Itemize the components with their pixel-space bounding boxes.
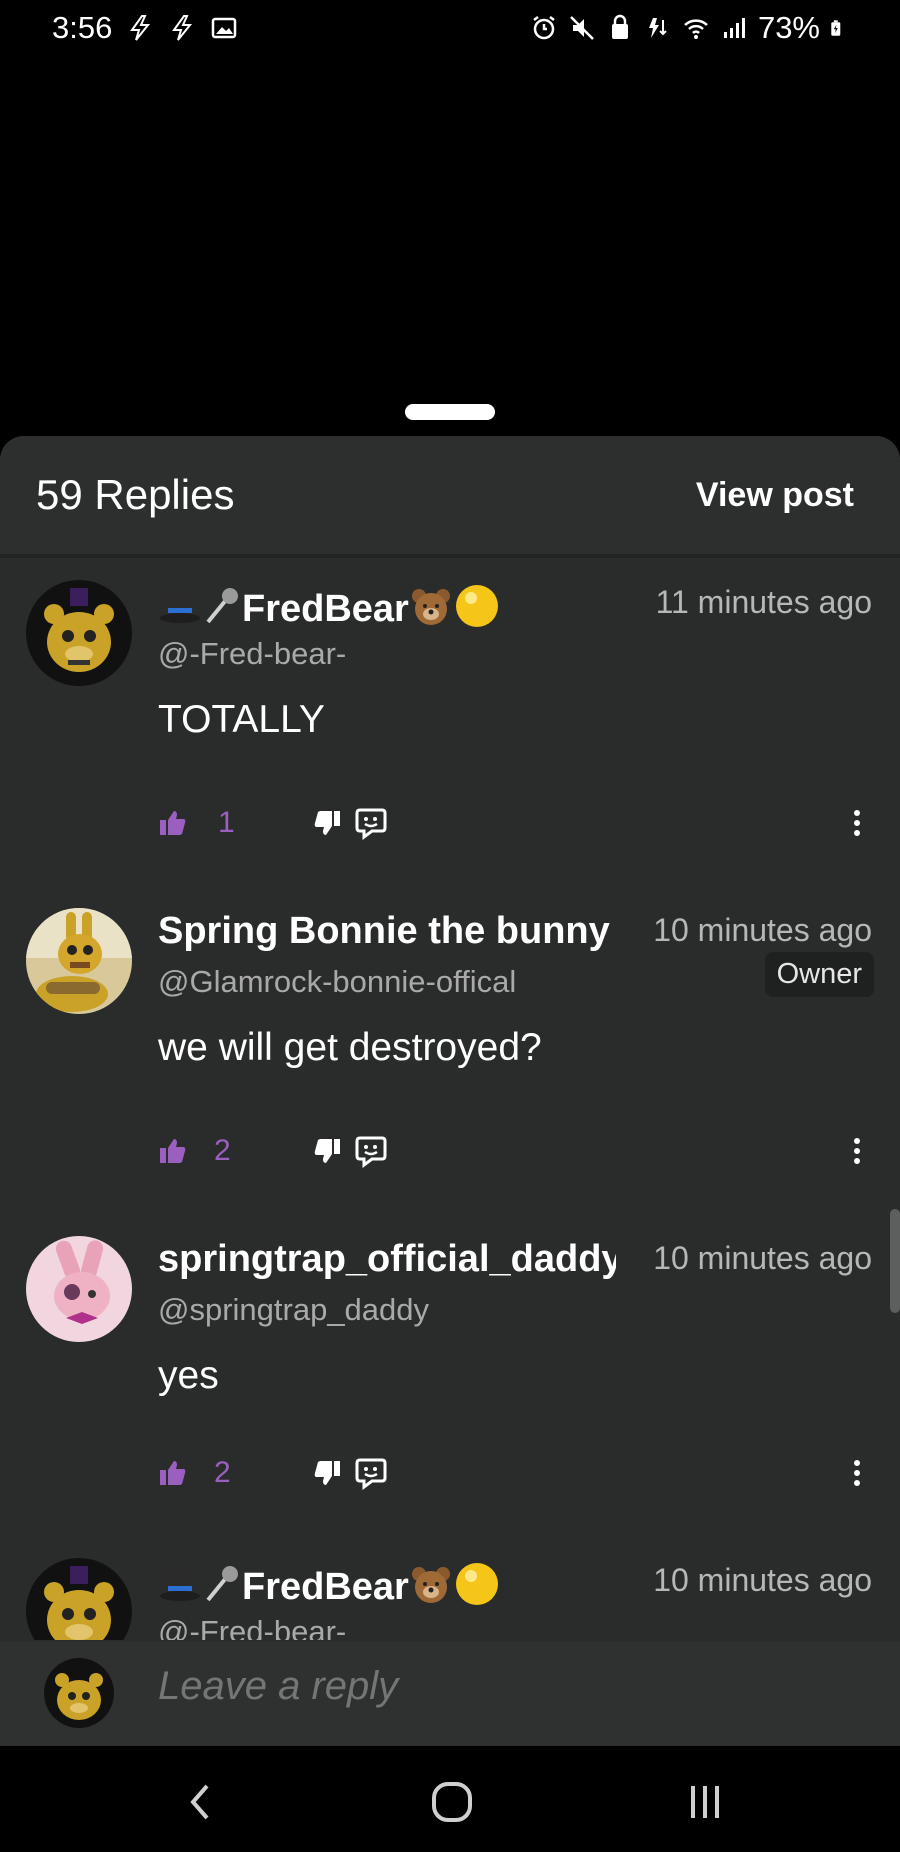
recents-button[interactable]	[675, 1772, 735, 1832]
avatar[interactable]	[26, 908, 132, 1014]
reply-button[interactable]	[354, 1126, 388, 1176]
dislike-button[interactable]	[312, 798, 342, 848]
thumbs-down-icon	[314, 1139, 340, 1163]
top-hat-icon	[158, 584, 202, 638]
comment-time: 10 minutes ago	[653, 912, 872, 948]
avatar[interactable]	[26, 1558, 132, 1640]
home-button[interactable]	[422, 1772, 482, 1832]
comment-text: TOTALLY	[158, 698, 325, 741]
bear-face-icon	[409, 584, 453, 638]
comment-item: FredBear 11 minutes ago @-Fred-bear- TOT…	[0, 562, 900, 889]
scrollbar[interactable]	[890, 1209, 900, 1313]
comment-author[interactable]: FredBear	[158, 1560, 608, 1618]
thumbs-up-icon	[160, 1461, 186, 1485]
comment-handle[interactable]: @-Fred-bear-	[158, 636, 346, 672]
more-options-button[interactable]	[842, 1126, 872, 1176]
comment-handle[interactable]: @-Fred-bear-	[158, 1614, 346, 1640]
reply-button[interactable]	[354, 1448, 388, 1498]
view-post-button[interactable]: View post	[696, 476, 864, 515]
sheet-drag-handle[interactable]	[405, 404, 495, 420]
comment-author[interactable]: springtrap_official_daddy	[158, 1238, 616, 1281]
mute-icon	[570, 16, 594, 40]
top-hat-icon	[158, 1562, 202, 1616]
comment-text: we will get destroyed?	[158, 1026, 542, 1069]
comment-time: 11 minutes ago	[655, 584, 872, 620]
like-count: 2	[214, 1134, 231, 1167]
comment-time: 10 minutes ago	[653, 1240, 872, 1276]
comment-actions: 2	[158, 1448, 872, 1498]
reply-bar	[0, 1642, 900, 1746]
reply-icon	[355, 1136, 387, 1168]
yellow-circle-icon	[453, 1560, 501, 1618]
status-bar: 3:56 73%	[0, 0, 900, 56]
dislike-button[interactable]	[312, 1126, 342, 1176]
comment-time: 10 minutes ago	[653, 1562, 872, 1598]
more-options-button[interactable]	[842, 798, 872, 848]
more-vertical-icon	[854, 1460, 860, 1486]
comment-list[interactable]: FredBear 11 minutes ago @-Fred-bear- TOT…	[0, 562, 900, 1640]
thumbs-up-icon	[160, 1139, 186, 1163]
image-icon	[212, 17, 237, 39]
comment-author[interactable]: Spring Bonnie the bunny	[158, 910, 616, 953]
signal-icon	[723, 18, 745, 38]
wifi-icon	[684, 19, 708, 39]
recents-icon	[691, 1786, 719, 1818]
more-vertical-icon	[854, 1138, 860, 1164]
comment-item: FredBear 10 minutes ago @-Fred-bear-	[0, 1540, 900, 1640]
like-button[interactable]: 1	[158, 798, 235, 848]
yellow-circle-icon	[453, 582, 501, 640]
comment-actions: 1	[158, 798, 872, 848]
avatar[interactable]	[26, 1236, 132, 1342]
microphone-icon	[202, 1562, 242, 1616]
comment-item: Spring Bonnie the bunny 10 minutes ago @…	[0, 890, 900, 1217]
comment-handle[interactable]: @springtrap_daddy	[158, 1292, 429, 1328]
comment-handle[interactable]: @Glamrock-bonnie-offical	[158, 964, 516, 1000]
bear-face-icon	[409, 1562, 453, 1616]
flash-icon	[130, 15, 151, 41]
more-vertical-icon	[854, 810, 860, 836]
thumbs-down-icon	[314, 811, 340, 835]
more-options-button[interactable]	[842, 1448, 872, 1498]
home-icon	[432, 1782, 472, 1822]
comment-item: springtrap_official_daddy 10 minutes ago…	[0, 1218, 900, 1545]
replies-sheet: 59 Replies View post FredBear 11 minutes…	[0, 436, 900, 1746]
microphone-icon	[202, 584, 242, 638]
reply-icon	[355, 1458, 387, 1490]
comment-author[interactable]: FredBear	[158, 582, 608, 640]
flash-icon	[172, 15, 193, 41]
back-icon	[190, 1784, 209, 1820]
avatar[interactable]	[26, 580, 132, 686]
dislike-button[interactable]	[312, 1448, 342, 1498]
like-button[interactable]: 2	[158, 1448, 231, 1498]
data-icon	[648, 18, 667, 38]
lock-icon	[611, 14, 628, 39]
like-count: 1	[218, 806, 235, 839]
alarm-icon	[533, 16, 555, 40]
battery-percentage: 73%	[757, 10, 820, 45]
sheet-header: 59 Replies View post	[0, 436, 900, 558]
comment-actions: 2	[158, 1126, 872, 1176]
replies-count: 59 Replies	[36, 471, 235, 518]
like-count: 2	[214, 1456, 231, 1489]
reply-input[interactable]	[158, 1664, 858, 1709]
thumbs-up-icon	[160, 811, 186, 835]
like-button[interactable]: 2	[158, 1126, 231, 1176]
thumbs-down-icon	[314, 1461, 340, 1485]
reply-button[interactable]	[354, 798, 388, 848]
comment-text: yes	[158, 1354, 219, 1397]
navigation-bar	[0, 1746, 900, 1852]
status-time: 3:56	[52, 10, 113, 45]
owner-badge: Owner	[764, 952, 874, 997]
back-button[interactable]	[170, 1772, 230, 1832]
reply-icon	[355, 808, 387, 840]
current-user-avatar	[44, 1658, 114, 1728]
battery-icon	[831, 20, 841, 36]
